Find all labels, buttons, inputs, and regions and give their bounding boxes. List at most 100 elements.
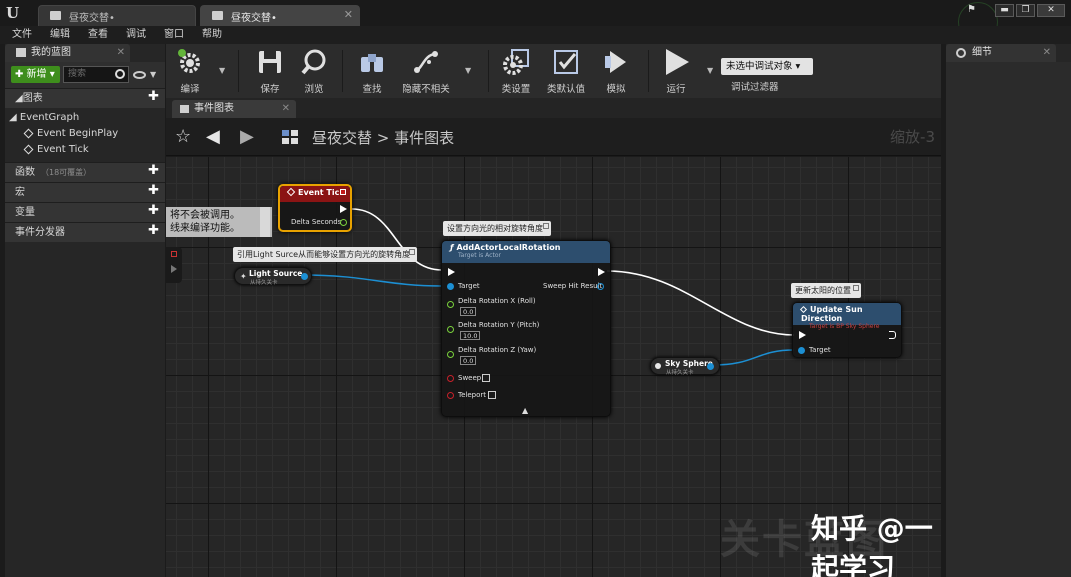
tree-item-event-tick[interactable]: Event Tick [5, 142, 165, 158]
add-rotation-title: AddActorLocalRotation [456, 243, 561, 252]
back-arrow-icon[interactable]: ◀ [206, 126, 220, 147]
sweep-hit-result-pin[interactable] [597, 283, 604, 290]
tree-item-eventgraph[interactable]: ◢ EventGraph [5, 110, 165, 126]
update-sun-title: Update Sun Direction [801, 305, 863, 323]
browse-magnifier-icon [300, 48, 328, 76]
roll-value-field[interactable]: 0.0 [460, 307, 477, 316]
compile-button[interactable]: 编译 [170, 48, 210, 95]
hide-unrelated-chevron-icon[interactable]: ▼ [465, 66, 471, 75]
close-icon[interactable]: ✕ [282, 100, 290, 118]
menu-help[interactable]: 帮助 [202, 26, 222, 44]
breadcrumb-root[interactable]: 昼夜交替 [312, 129, 372, 147]
menu-debug[interactable]: 调试 [126, 26, 146, 44]
add-function-plus-icon[interactable]: ✚ [148, 163, 159, 178]
run-label: 运行 [666, 84, 686, 95]
menu-window[interactable]: 窗口 [164, 26, 184, 44]
document-tab-label: 昼夜交替• [69, 13, 115, 24]
section-functions[interactable]: 函数 （18可覆盖） ✚ [5, 162, 165, 182]
target-input-pin[interactable] [447, 283, 454, 290]
run-options-chevron-icon[interactable]: ▼ [707, 66, 713, 75]
blueprint-icon [212, 11, 223, 20]
close-window-button[interactable]: ✕ [1037, 4, 1065, 17]
breadcrumb: 昼夜交替 > 事件图表 [312, 127, 454, 148]
section-event-dispatchers[interactable]: 事件分发器 ✚ [5, 222, 165, 242]
yaw-input-pin[interactable] [447, 351, 454, 358]
exec-input-pin[interactable] [448, 268, 455, 276]
event-tick-header: Event Tick [280, 186, 350, 202]
chevron-down-icon[interactable]: ▼ [150, 70, 156, 79]
yaw-value-field[interactable]: 0.0 [460, 356, 477, 365]
bookmark-star-icon[interactable]: ☆ [175, 126, 191, 147]
find-button[interactable]: 查找 [352, 48, 392, 95]
close-icon[interactable]: ✕ [344, 8, 353, 21]
menu-edit[interactable]: 编辑 [50, 26, 70, 44]
yaw-label: Delta Rotation Z (Yaw) [458, 346, 537, 354]
pitch-input-pin[interactable] [447, 326, 454, 333]
delta-seconds-pin[interactable] [340, 219, 347, 226]
section-graphs[interactable]: ◢图表 ✚ [5, 88, 165, 108]
zoom-level: 缩放-3 [890, 128, 935, 146]
forward-arrow-icon[interactable]: ▶ [240, 126, 254, 147]
graph-tree: ◢ EventGraph Event BeginPlay Event Tick [5, 108, 165, 162]
debug-object-select[interactable]: 未选中调试对象 ▾ [721, 58, 813, 75]
delegate-pin-icon[interactable] [340, 189, 346, 195]
main-toolbar: 编译 ▼ 保存 浏览 查找 隐藏不相关 ▼ 类设置 类默认值 模拟 运行 ▼ 未… [166, 44, 941, 98]
run-button[interactable]: 运行 [656, 48, 696, 95]
document-tab-2[interactable]: 昼夜交替• ✕ [200, 5, 360, 26]
light-source-variable-node[interactable]: ✦ Light Source 从持久关卡 [234, 267, 312, 286]
expand-arrow-icon[interactable]: ▲ [522, 406, 528, 415]
simulate-button[interactable]: 模拟 [596, 48, 636, 95]
class-settings-button[interactable]: 类设置 [496, 48, 536, 95]
search-input[interactable]: 搜索 [63, 66, 129, 83]
blueprint-icon [50, 11, 61, 20]
my-blueprint-tab[interactable]: 我的蓝图 ✕ [5, 44, 130, 62]
event-tick-node[interactable]: Event Tick Delta Seconds [278, 184, 352, 232]
save-button[interactable]: 保存 [250, 48, 290, 95]
rotation-comment-bubble: 设置方向光的相对旋转角度 [443, 221, 551, 236]
exec-output-pin[interactable] [598, 268, 605, 276]
browse-button[interactable]: 浏览 [294, 48, 334, 95]
class-defaults-button[interactable]: 类默认值 [546, 48, 586, 95]
event-diamond-icon [23, 144, 34, 154]
tab-event-graph[interactable]: 事件图表 ✕ [172, 100, 296, 118]
details-tab[interactable]: 细节 ✕ [946, 44, 1056, 62]
exec-input-pin[interactable] [799, 331, 806, 339]
close-icon[interactable]: ✕ [117, 44, 125, 62]
exec-output-pin[interactable] [889, 331, 896, 339]
light-source-output-pin[interactable] [301, 273, 308, 280]
section-variables[interactable]: 变量 ✚ [5, 202, 165, 222]
close-icon[interactable]: ✕ [1043, 44, 1051, 62]
view-options-eye-icon[interactable] [133, 71, 146, 79]
sweep-input-pin[interactable] [447, 375, 454, 382]
add-variable-plus-icon[interactable]: ✚ [148, 203, 159, 218]
event-diamond-icon [286, 187, 296, 197]
add-dispatcher-plus-icon[interactable]: ✚ [148, 223, 159, 238]
sun-comment-bubble: 更新太阳的位置 [791, 283, 861, 298]
pitch-value-field[interactable]: 10.0 [460, 331, 481, 340]
tree-item-event-beginplay[interactable]: Event BeginPlay [5, 126, 165, 142]
roll-input-pin[interactable] [447, 301, 454, 308]
target-input-pin[interactable] [798, 347, 805, 354]
add-new-button[interactable]: ✚ 新增 ▾ [11, 66, 60, 83]
sweep-checkbox[interactable] [482, 374, 490, 382]
menu-view[interactable]: 查看 [88, 26, 108, 44]
feedback-icon[interactable]: ⚑ [967, 4, 987, 17]
section-macros[interactable]: 宏 ✚ [5, 182, 165, 202]
exec-output-pin[interactable] [340, 205, 347, 213]
hide-unrelated-button[interactable]: 隐藏不相关 [398, 48, 454, 95]
menu-file[interactable]: 文件 [12, 26, 32, 44]
add-macro-plus-icon[interactable]: ✚ [148, 183, 159, 198]
sky-sphere-output-pin[interactable] [707, 363, 714, 370]
update-sun-direction-node[interactable]: Update Sun Direction Target is BP Sky Sp… [792, 302, 902, 358]
teleport-checkbox[interactable] [488, 391, 496, 399]
compile-options-chevron-icon[interactable]: ▼ [219, 66, 225, 75]
minimize-button[interactable]: ▬ [995, 4, 1014, 17]
document-tab-1[interactable]: 昼夜交替• [38, 5, 196, 26]
add-actor-local-rotation-node[interactable]: ƒ AddActorLocalRotation Target is Actor T… [441, 240, 611, 417]
teleport-input-pin[interactable] [447, 392, 454, 399]
maximize-button[interactable]: ❐ [1016, 4, 1035, 17]
add-graph-plus-icon[interactable]: ✚ [148, 89, 159, 104]
graph-navigation-bar: ☆ ◀ ▶ 昼夜交替 > 事件图表 缩放-3 [166, 118, 941, 156]
blueprint-graph-canvas[interactable]: 将不会被调用。 线来编译功能。 Event Tick Delta Seconds… [166, 157, 941, 577]
sky-sphere-variable-node[interactable]: Sky Sphere 从持久关卡 [650, 357, 720, 376]
